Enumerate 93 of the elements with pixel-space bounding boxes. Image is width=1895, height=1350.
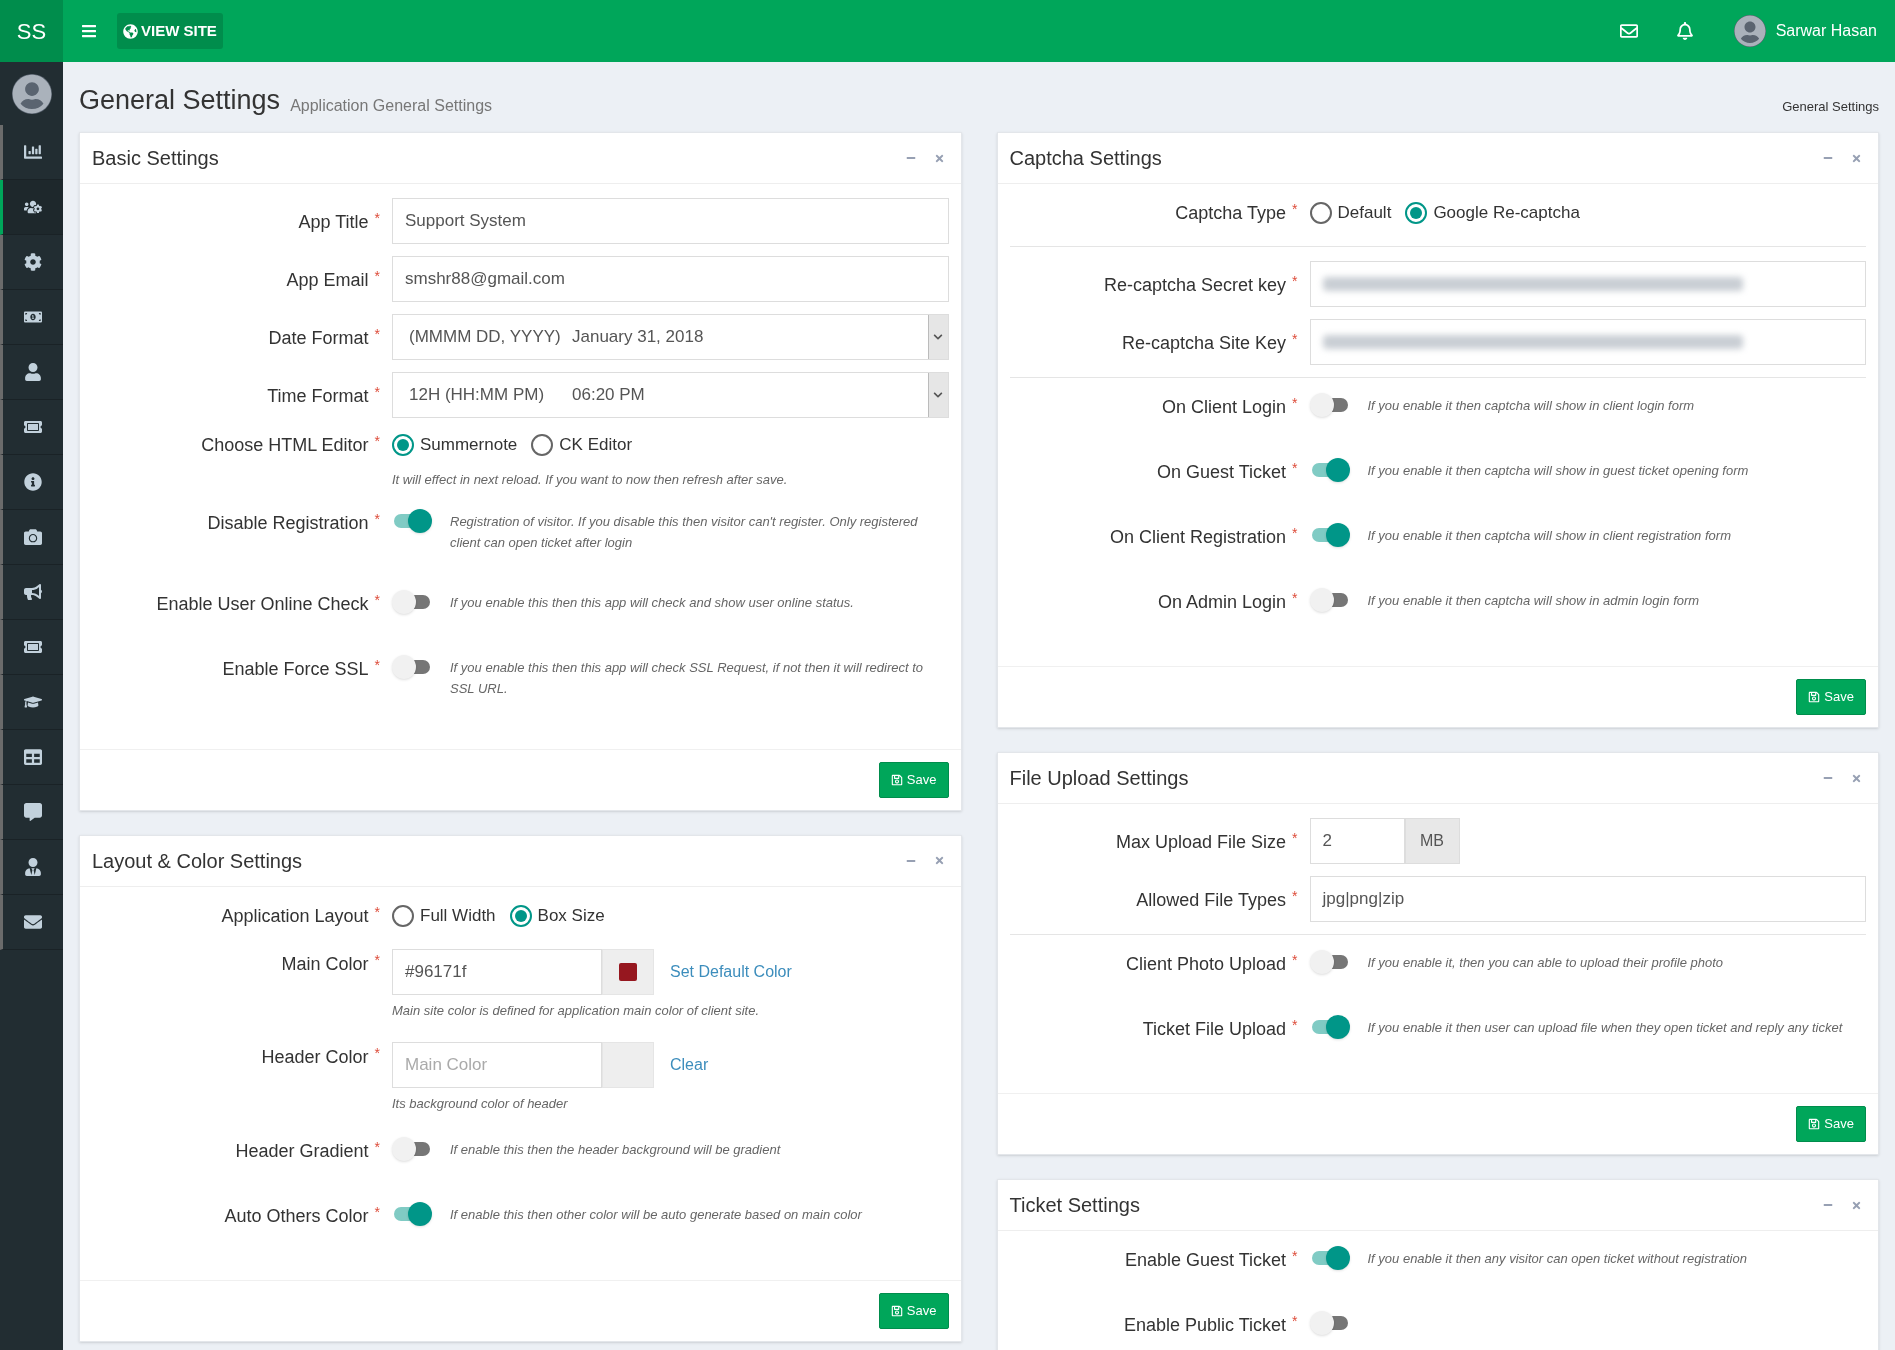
required-mark: *	[1292, 329, 1298, 346]
field-label: Time Format	[267, 384, 369, 408]
field-label: Header Gradient	[235, 1139, 369, 1163]
required-mark: *	[374, 1137, 380, 1154]
field-label: Enable Public Ticket	[1123, 1314, 1287, 1337]
field-label: Client Photo Upload	[1125, 953, 1287, 976]
field-label: Disable Registration	[207, 511, 369, 535]
unit-addon: MB	[1404, 818, 1460, 864]
field-label: Max Upload File Size	[1115, 830, 1287, 854]
field-label: Re-captcha Site Key	[1121, 331, 1287, 355]
help-text: If you enable it then captcha will show in client registration form	[1367, 527, 1731, 545]
radio-option[interactable]: Google Re-captcha	[1405, 200, 1580, 226]
required-mark: *	[374, 1044, 380, 1060]
help-text: If you enable it, then you can able to upload their profile photo	[1367, 954, 1724, 972]
panel-title: File Upload Settings	[1009, 766, 1190, 791]
field-label: On Admin Login	[1157, 591, 1287, 614]
select-field[interactable]: 12H (HH:MM PM) 06:20 PM	[392, 372, 949, 418]
help-text: Its background color of header	[392, 1095, 569, 1113]
required-mark: *	[1292, 828, 1298, 845]
field-label: On Client Registration	[1109, 526, 1287, 549]
required-mark: *	[1292, 1247, 1298, 1263]
required-mark: *	[1292, 589, 1298, 605]
help-text: If you enable it then user can upload file when they open ticket and reply any ticket	[1367, 1019, 1843, 1037]
number-field[interactable]: 2	[1309, 818, 1405, 864]
help-text: If you enable it then captcha will show in admin login form	[1367, 592, 1700, 610]
logo[interactable]: SS	[0, 0, 63, 62]
field-label: Date Format	[268, 326, 369, 350]
color-link[interactable]: Clear	[670, 1053, 709, 1077]
required-mark: *	[374, 655, 380, 672]
radio-option[interactable]: Box Size	[509, 902, 605, 929]
required-mark: *	[374, 950, 380, 967]
help-text: If enable this then the header background will be gradient	[450, 1140, 781, 1159]
panel-title: Basic Settings	[92, 146, 220, 171]
color-link[interactable]: Set Default Color	[670, 959, 792, 984]
field-label: Enable Guest Ticket	[1124, 1249, 1287, 1272]
required-mark: *	[374, 208, 380, 225]
required-mark: *	[374, 590, 380, 607]
help-text: Main site color is defined for application main color of client site.	[392, 1001, 761, 1020]
field-label: Allowed File Types	[1136, 888, 1287, 912]
panel-title: Ticket Settings	[1009, 1193, 1141, 1218]
panel-title: Layout & Color Settings	[92, 848, 304, 874]
field-label: On Client Login	[1161, 396, 1287, 419]
help-text: If you enable it then captcha will show in client login form	[1367, 397, 1695, 415]
radio-option[interactable]: CK Editor	[531, 432, 633, 458]
help-text: It will effect in next reload. If you want to now then refresh after save.	[392, 471, 789, 489]
required-mark: *	[374, 902, 380, 919]
required-mark: *	[1292, 1016, 1298, 1032]
field-label: On Guest Ticket	[1157, 461, 1287, 484]
text-field[interactable]: smshr88@gmail.com	[392, 256, 949, 302]
field-label: App Title	[298, 210, 369, 234]
required-mark: *	[1292, 1312, 1298, 1328]
view-site-button[interactable]: VIEW SITE	[117, 13, 223, 49]
field-label: Ticket File Upload	[1142, 1018, 1287, 1041]
field-label: Header Color	[261, 1046, 369, 1069]
page-title: General Settings	[79, 83, 281, 117]
help-text: If enable this then other color will be auto generate based on main color	[450, 1205, 862, 1224]
radio-option[interactable]: Default	[1309, 200, 1392, 226]
field-label: Enable Force SSL	[222, 657, 369, 681]
field-label: Re-captcha Secret key	[1103, 273, 1287, 297]
radio-option[interactable]: Full Width	[392, 902, 496, 929]
required-mark: *	[1292, 394, 1298, 410]
help-text: Registration of visitor. If you disable this then visitor can't register. Only registered client can open ticket after login	[450, 512, 919, 552]
help-text: If you enable it then any visitor can open ticket without registration	[1367, 1250, 1747, 1268]
radio-option[interactable]: Summernote	[392, 432, 518, 458]
color-field[interactable]: #96171f	[392, 948, 602, 995]
required-mark: *	[374, 432, 380, 448]
field-label: Auto Others Color	[224, 1204, 369, 1228]
required-mark: *	[1292, 200, 1298, 216]
field-label: Captcha Type	[1175, 202, 1287, 225]
required-mark: *	[374, 324, 380, 341]
required-mark: *	[1292, 271, 1298, 288]
required-mark: *	[1292, 951, 1298, 967]
panel-title: Captcha Settings	[1009, 146, 1163, 171]
field-label: Main Color	[281, 952, 369, 976]
field-label: Application Layout	[221, 904, 369, 928]
required-mark: *	[374, 1202, 380, 1219]
page-subtitle: Application General Settings	[290, 96, 493, 116]
help-text: If you enable it then captcha will show in guest ticket opening form	[1367, 462, 1749, 480]
breadcrumb[interactable]: General Settings	[1782, 96, 1879, 120]
required-mark: *	[374, 382, 380, 399]
required-mark: *	[1292, 886, 1298, 903]
required-mark: *	[374, 266, 380, 283]
help-text: If you enable this then this app will check SSL Request, if not then it will redirect to SSL URL.	[450, 658, 925, 698]
select-field[interactable]: (MMMM DD, YYYY) January 31, 2018	[392, 314, 949, 360]
required-mark: *	[1292, 459, 1298, 475]
required-mark: *	[1292, 524, 1298, 540]
text-field[interactable]: Support System	[392, 198, 949, 244]
field-label: Choose HTML Editor	[201, 434, 369, 457]
required-mark: *	[374, 509, 380, 526]
text-field[interactable]: jpg|png|zip	[1309, 876, 1866, 922]
field-label: App Email	[286, 268, 369, 292]
field-label: Enable User Online Check	[156, 592, 369, 616]
help-text: If you enable this then this app will check and show user online status.	[450, 593, 854, 612]
